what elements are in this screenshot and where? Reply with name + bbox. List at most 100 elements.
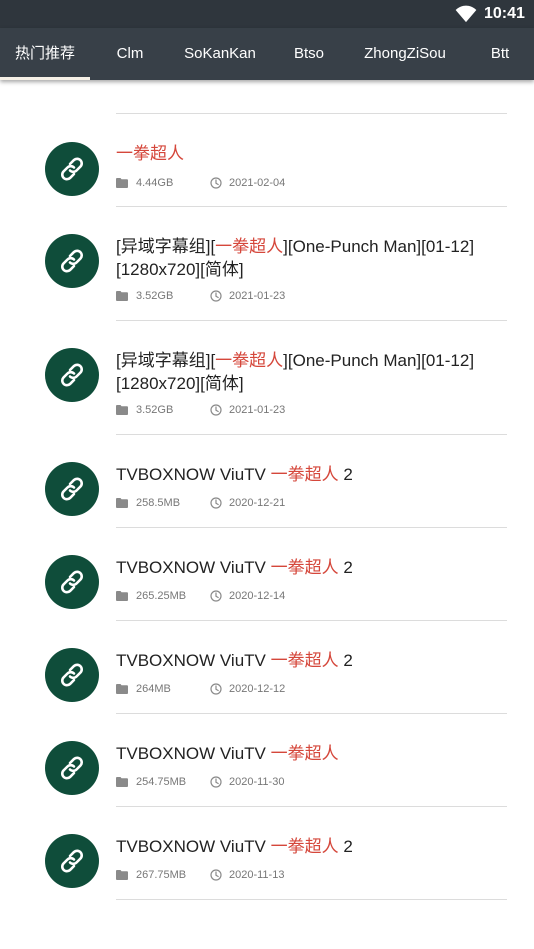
title-prefix: TVBOXNOW ViuTV xyxy=(116,465,271,484)
upload-date: 2021-01-23 xyxy=(229,290,286,302)
link-avatar xyxy=(45,834,99,888)
link-avatar xyxy=(45,348,99,402)
title-suffix: 2 xyxy=(338,837,353,856)
clock-icon xyxy=(210,590,222,602)
clock-icon xyxy=(210,177,222,189)
tab-zhongzisou[interactable]: ZhongZiSou xyxy=(356,28,454,80)
link-icon xyxy=(61,849,83,873)
item-title: TVBOXNOW ViuTV 一拳超人 2 xyxy=(116,556,506,579)
link-avatar xyxy=(45,462,99,516)
item-title: TVBOXNOW ViuTV 一拳超人 2 xyxy=(116,463,506,486)
item-title: TVBOXNOW ViuTV 一拳超人 xyxy=(116,742,506,765)
wifi-icon xyxy=(455,5,477,23)
clock-icon xyxy=(210,497,222,509)
clock-icon xyxy=(210,683,222,695)
link-avatar xyxy=(45,234,99,288)
item-title: [异域字幕组][一拳超人][One-Punch Man][01-12][1280… xyxy=(116,349,506,395)
file-size: 264MB xyxy=(136,683,171,695)
title-keyword-highlight: 一拳超人 xyxy=(116,144,184,163)
link-icon xyxy=(61,570,83,594)
title-keyword-highlight: 一拳超人 xyxy=(270,651,339,670)
title-keyword-highlight: 一拳超人 xyxy=(270,744,339,763)
title-prefix: [异域字幕组][ xyxy=(116,351,216,370)
link-avatar xyxy=(45,142,99,196)
upload-date: 2020-12-12 xyxy=(229,683,286,695)
title-keyword-highlight: 一拳超人 xyxy=(270,558,339,577)
file-size: 267.75MB xyxy=(136,869,187,881)
tab-clm[interactable]: Clm xyxy=(100,28,160,80)
clock-icon xyxy=(210,404,222,416)
link-icon xyxy=(61,663,83,687)
folder-icon xyxy=(116,591,128,601)
link-icon xyxy=(61,477,83,501)
item-title: TVBOXNOW ViuTV 一拳超人 2 xyxy=(116,649,506,672)
folder-icon xyxy=(116,291,128,301)
clock-icon xyxy=(210,290,222,302)
link-icon xyxy=(61,756,83,780)
title-keyword-highlight: 一拳超人 xyxy=(215,237,284,256)
title-suffix: 2 xyxy=(338,651,353,670)
folder-icon xyxy=(116,684,128,694)
item-title: [异域字幕组][一拳超人][One-Punch Man][01-12][1280… xyxy=(116,235,506,281)
folder-icon xyxy=(116,405,128,415)
tab-btso[interactable]: Btso xyxy=(280,28,338,80)
tab-label: Btt xyxy=(490,45,510,62)
upload-date: 2020-12-14 xyxy=(229,590,286,602)
tab-btt[interactable]: Btt xyxy=(476,28,524,80)
source-tab-bar: 热门推荐 Clm SoKanKan Btso ZhongZiSou Btt xyxy=(0,28,534,80)
list-divider xyxy=(116,206,507,207)
clock-icon xyxy=(210,869,222,881)
list-divider xyxy=(116,320,507,321)
file-size: 3.52GB xyxy=(136,290,174,302)
tab-label: ZhongZiSou xyxy=(364,45,446,62)
list-divider xyxy=(116,806,507,807)
title-keyword-highlight: 一拳超人 xyxy=(215,351,284,370)
file-size: 254.75MB xyxy=(136,776,187,788)
tab-label: Btso xyxy=(293,45,324,62)
title-prefix: TVBOXNOW ViuTV xyxy=(116,837,271,856)
item-title: 一拳超人 xyxy=(116,142,506,165)
folder-icon xyxy=(116,777,128,787)
title-suffix: 2 xyxy=(338,558,353,577)
list-divider xyxy=(116,527,507,528)
list-divider xyxy=(116,713,507,714)
active-tab-indicator xyxy=(0,77,90,80)
folder-icon xyxy=(116,870,128,880)
file-size: 4.44GB xyxy=(136,177,174,189)
link-icon xyxy=(61,363,83,387)
file-size: 3.52GB xyxy=(136,404,174,416)
title-prefix: [异域字幕组][ xyxy=(116,237,216,256)
tab-label: SoKanKan xyxy=(184,45,256,62)
title-prefix: TVBOXNOW ViuTV xyxy=(116,651,271,670)
list-divider xyxy=(116,899,507,900)
tab-sokankan[interactable]: SoKanKan xyxy=(176,28,264,80)
upload-date: 2020-12-21 xyxy=(229,497,286,509)
title-prefix: TVBOXNOW ViuTV xyxy=(116,558,271,577)
file-size: 265.25MB xyxy=(136,590,187,602)
list-divider xyxy=(116,434,507,435)
status-time: 10:41 xyxy=(484,5,525,22)
clock-icon xyxy=(210,776,222,788)
title-keyword-highlight: 一拳超人 xyxy=(270,837,339,856)
title-suffix: 2 xyxy=(338,465,353,484)
link-icon xyxy=(61,249,83,273)
title-prefix: TVBOXNOW ViuTV xyxy=(116,744,271,763)
link-avatar xyxy=(45,648,99,702)
list-divider xyxy=(116,113,507,114)
folder-icon xyxy=(116,178,128,188)
folder-icon xyxy=(116,498,128,508)
upload-date: 2020-11-30 xyxy=(229,776,285,788)
link-avatar xyxy=(45,741,99,795)
file-size: 258.5MB xyxy=(136,497,181,509)
tab-label: Clm xyxy=(116,45,144,62)
tab-hot-recommend[interactable]: 热门推荐 xyxy=(0,28,90,80)
upload-date: 2020-11-13 xyxy=(229,869,285,881)
upload-date: 2021-01-23 xyxy=(229,404,286,416)
list-divider xyxy=(116,620,507,621)
link-avatar xyxy=(45,555,99,609)
tab-label: 热门推荐 xyxy=(14,45,75,62)
title-keyword-highlight: 一拳超人 xyxy=(270,465,339,484)
upload-date: 2021-02-04 xyxy=(229,177,286,189)
link-icon xyxy=(61,157,83,181)
status-bar: 10:41 xyxy=(0,0,534,28)
